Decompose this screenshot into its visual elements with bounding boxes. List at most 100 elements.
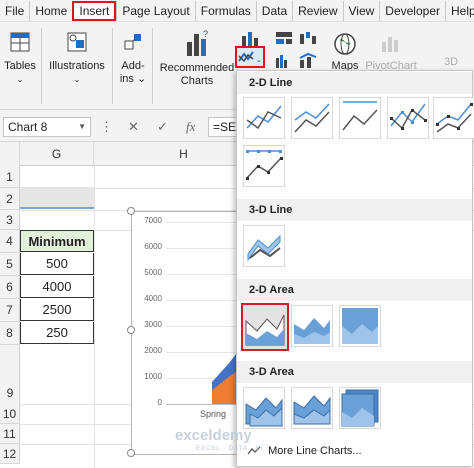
tab-insert[interactable]: Insert [72,0,117,21]
tab-view[interactable]: View [342,0,380,21]
section-2d-line: 2-D Line [237,72,472,94]
100-stacked-line-markers-icon [246,150,283,180]
more-line-charts-link[interactable]: More Line Charts... [247,445,362,457]
table-icon [10,32,30,52]
resize-handle[interactable] [127,449,135,457]
area-chart-option[interactable] [241,303,289,351]
stat-chart-icon[interactable] [274,52,294,68]
illustrations-label: Illustrations [49,60,105,72]
chart-area[interactable]: 7000 6000 5000 4000 3000 2000 1000 0 Spr… [127,207,252,457]
3d-stacked-area-option[interactable] [291,387,333,429]
row-header[interactable]: 8 [0,322,20,345]
stacked-line-markers-icon [436,103,473,133]
maps-button[interactable]: Maps [330,26,360,73]
tab-formulas[interactable]: Formulas [194,0,256,21]
row-header[interactable]: 12 [0,444,20,464]
table-cell[interactable]: 2500 [20,299,94,321]
drag-handle-icon[interactable]: ⋮ [100,119,113,135]
addins-label-2: ins ⌄ [119,73,147,85]
row-header[interactable]: 7 [0,299,20,322]
tab-file[interactable]: File [0,1,29,21]
addins-label: Add- [121,60,145,72]
row-header[interactable]: 2 [0,188,20,210]
section-3d-area: 3-D Area [237,361,472,383]
y-tick-label: 6000 [144,242,162,251]
100-stacked-area-option[interactable] [339,305,381,347]
chevron-down-icon: ⌄ [16,75,24,84]
stacked-line-option[interactable] [291,97,333,139]
3d-area-option[interactable] [243,387,285,429]
tab-developer[interactable]: Developer [379,0,445,21]
menu-bar: File Home Insert Page Layout Formulas Da… [0,0,474,22]
row-header[interactable]: 11 [0,424,20,444]
column-header-g[interactable]: G [20,142,94,166]
insert-line-chart-button[interactable]: ⌄ [235,46,265,68]
name-box-value: Chart 8 [8,120,48,134]
area-chart-icon [245,314,285,346]
row-header[interactable]: 4 [0,230,20,253]
svg-text:⌄: ⌄ [256,57,262,64]
3d-100-stacked-area-option[interactable] [339,387,381,429]
tab-review[interactable]: Review [292,0,342,21]
minimum-header-cell[interactable]: Minimum [20,230,94,252]
stacked-area-option[interactable] [291,305,333,347]
combo-chart-icon[interactable] [298,52,318,68]
line-chart-option[interactable] [243,97,285,139]
section-2d-area: 2-D Area [237,279,472,301]
row-header[interactable]: 6 [0,276,20,299]
cancel-icon[interactable]: ✕ [128,119,139,135]
x-axis-label: Spring [200,409,227,419]
name-box[interactable]: Chart 8 ▼ [3,117,91,137]
row-header[interactable]: 3 [0,210,20,230]
pivotchart-icon [382,37,398,52]
3d-line-icon [247,234,281,262]
3d-line-option[interactable] [243,225,285,267]
y-tick-label: 5000 [144,268,162,277]
y-tick-label: 4000 [144,294,162,303]
resize-handle[interactable] [127,326,135,334]
y-tick-label: 0 [157,398,162,407]
addins-group[interactable]: Add- ins ⌄ [117,26,149,86]
tab-help[interactable]: Help [445,0,474,21]
recommended-label-2: Charts [180,75,214,87]
tab-page-layout[interactable]: Page Layout [116,0,194,21]
column-chart-icon[interactable] [240,30,260,46]
waterfall-chart-icon[interactable] [298,30,318,46]
row-header[interactable]: 10 [0,404,20,424]
hierarchy-chart-icon[interactable] [274,30,294,46]
pivotchart-button[interactable]: PivotChart [364,26,418,73]
illustrations-group[interactable]: Illustrations ⌄ [48,26,106,86]
recommended-charts-button[interactable]: ? Recommended Charts [158,26,236,88]
table-cell[interactable]: 500 [20,253,94,275]
chevron-down-icon[interactable]: ▼ [78,118,86,136]
100-stacked-line-markers-option[interactable] [243,145,285,187]
stacked-line-markers-option[interactable] [433,97,474,139]
row-header[interactable]: 5 [0,253,20,276]
tables-group[interactable]: Tables ⌄ [4,26,36,86]
3d-stacked-area-icon [293,395,331,425]
tab-home[interactable]: Home [29,0,72,21]
enter-icon[interactable]: ✓ [157,119,168,135]
table-cell[interactable]: 250 [20,322,94,344]
select-all-corner[interactable] [0,142,20,166]
3d-map-button[interactable]: 3D [436,26,466,69]
y-tick-label: 7000 [144,216,162,225]
line-markers-icon [390,103,427,130]
line-with-markers-option[interactable] [387,97,429,139]
row-header[interactable]: 1 [0,166,20,188]
cell-g2[interactable] [20,187,94,209]
3d-100-stacked-area-icon [341,389,379,427]
100-stacked-line-option[interactable] [339,97,381,139]
row-header[interactable]: 9 [0,382,20,404]
tab-data[interactable]: Data [255,0,292,21]
stacked-line-icon [294,103,330,133]
more-line-charts-label: More Line Charts... [268,445,362,457]
chevron-down-icon: ⌄ [73,75,81,84]
y-tick-label: 3000 [144,320,162,329]
resize-handle[interactable] [127,207,135,215]
table-cell[interactable]: 4000 [20,276,94,298]
shapes-icon [67,32,87,52]
recommended-label: Recommended [159,62,235,74]
insert-function-icon[interactable]: fx [186,119,195,135]
grid-line [94,166,95,468]
